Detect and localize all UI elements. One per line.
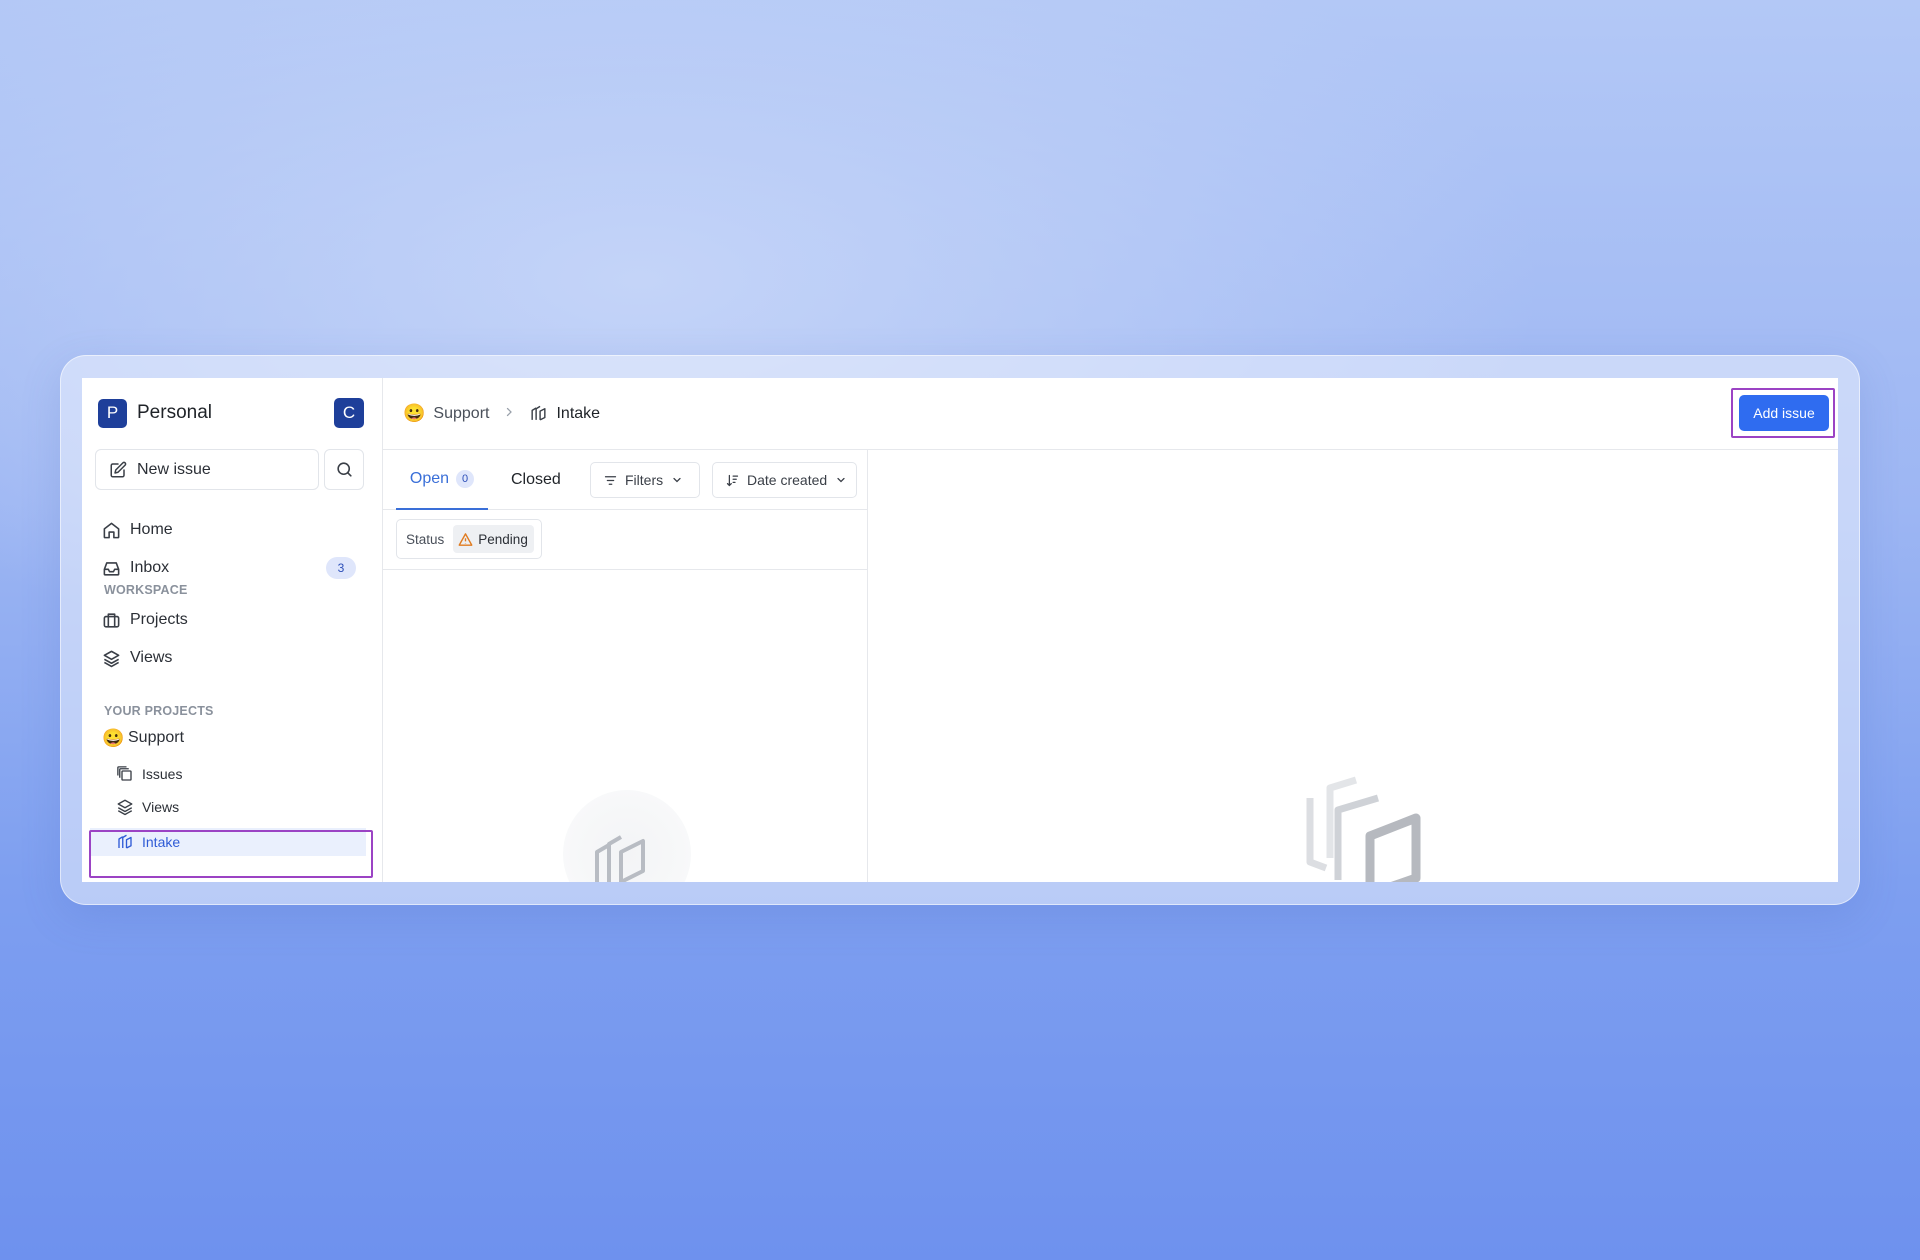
sidebar-item-label: Issues: [142, 766, 183, 782]
open-count-badge: 0: [456, 470, 475, 488]
sidebar-project-support[interactable]: 😀 Support: [102, 723, 356, 753]
sidebar-item-intake[interactable]: Intake: [90, 828, 366, 856]
sidebar-item-label: Inbox: [130, 559, 170, 576]
breadcrumb-support[interactable]: 😀 Support: [403, 403, 489, 424]
chevron-right-icon: [503, 405, 515, 423]
filter-icon: [604, 475, 617, 485]
sidebar-item-label: Views: [130, 649, 173, 666]
tab-closed[interactable]: Closed: [511, 450, 561, 510]
sidebar-item-label: Views: [142, 799, 180, 815]
layers-icon: [103, 650, 120, 667]
project-emoji: 😀: [102, 727, 125, 748]
chevron-down-icon: [673, 477, 681, 483]
breadcrumb-intake[interactable]: Intake: [529, 404, 600, 423]
home-icon: [103, 522, 120, 538]
breadcrumb-label: Intake: [556, 404, 601, 422]
project-emoji: 😀: [403, 403, 426, 423]
issues-empty-illustration-icon: [1306, 776, 1421, 882]
sidebar-item-label: Home: [130, 521, 173, 538]
status-filter-value: Pending: [478, 531, 528, 547]
layers-icon: [117, 799, 133, 816]
filters-button[interactable]: Filters: [590, 462, 700, 498]
sort-icon: [726, 474, 739, 486]
issue-list-pane: Open 0 Closed Filters Date created Statu…: [383, 450, 868, 882]
applied-filters-row: Status Pending: [383, 510, 867, 570]
workspace-section-label: WORKSPACE: [104, 583, 188, 597]
tabs-row: Open 0 Closed Filters Date created: [383, 450, 867, 510]
intake-icon: [118, 834, 132, 849]
top-bar: 😀 Support Intake Add issue: [383, 378, 1838, 450]
intake-icon: [531, 405, 547, 421]
inbox-count-badge: 3: [326, 557, 356, 579]
search-button[interactable]: [324, 449, 364, 490]
sidebar-item-inbox[interactable]: Inbox 3: [102, 553, 356, 583]
filters-label: Filters: [625, 472, 664, 488]
intake-empty-icon: [595, 835, 645, 882]
main-content: 😀 Support Intake Add issue Open 0 Closed: [383, 378, 1838, 882]
sidebar-item-label: Projects: [130, 611, 188, 628]
empty-state-illustration: [563, 790, 691, 882]
sidebar-item-home[interactable]: Home: [102, 515, 356, 545]
sort-label: Date created: [747, 472, 828, 488]
status-filter-chip[interactable]: Status Pending: [396, 519, 542, 559]
status-filter-label: Status: [406, 531, 445, 547]
new-issue-label: New issue: [137, 460, 211, 478]
issue-detail-pane: [868, 450, 1838, 882]
projects-section-label: YOUR PROJECTS: [104, 704, 214, 718]
app-window: P Personal C New issue Home Inbox 3 WORK…: [82, 378, 1838, 882]
sidebar-item-label: Intake: [142, 834, 181, 850]
add-issue-button[interactable]: Add issue: [1739, 395, 1829, 431]
edit-icon: [110, 461, 127, 477]
workspace-switcher[interactable]: P Personal C: [98, 398, 364, 428]
sidebar-item-views[interactable]: Views: [102, 643, 356, 673]
issues-icon: [117, 766, 132, 781]
chevron-down-icon: [837, 477, 845, 483]
breadcrumb-label: Support: [433, 404, 490, 422]
workspace-name[interactable]: Personal: [137, 402, 212, 424]
sidebar: P Personal C New issue Home Inbox 3 WORK…: [82, 378, 383, 882]
sidebar-item-issues[interactable]: Issues: [116, 760, 366, 788]
tab-open[interactable]: Open 0: [396, 450, 488, 510]
sort-button[interactable]: Date created: [712, 462, 857, 498]
new-issue-button[interactable]: New issue: [95, 449, 319, 490]
user-avatar[interactable]: C: [334, 398, 364, 428]
briefcase-icon: [103, 612, 120, 628]
new-issue-row: New issue: [95, 449, 364, 490]
tab-label: Open: [409, 470, 450, 487]
sidebar-item-project-views[interactable]: Views: [116, 793, 366, 821]
search-icon: [336, 462, 352, 477]
workspace-avatar[interactable]: P: [98, 398, 127, 428]
inbox-icon: [103, 561, 120, 576]
project-name: Support: [128, 729, 185, 746]
pending-status-tag[interactable]: Pending: [453, 525, 534, 553]
warning-icon: [458, 532, 473, 546]
sidebar-item-projects[interactable]: Projects: [102, 605, 356, 635]
